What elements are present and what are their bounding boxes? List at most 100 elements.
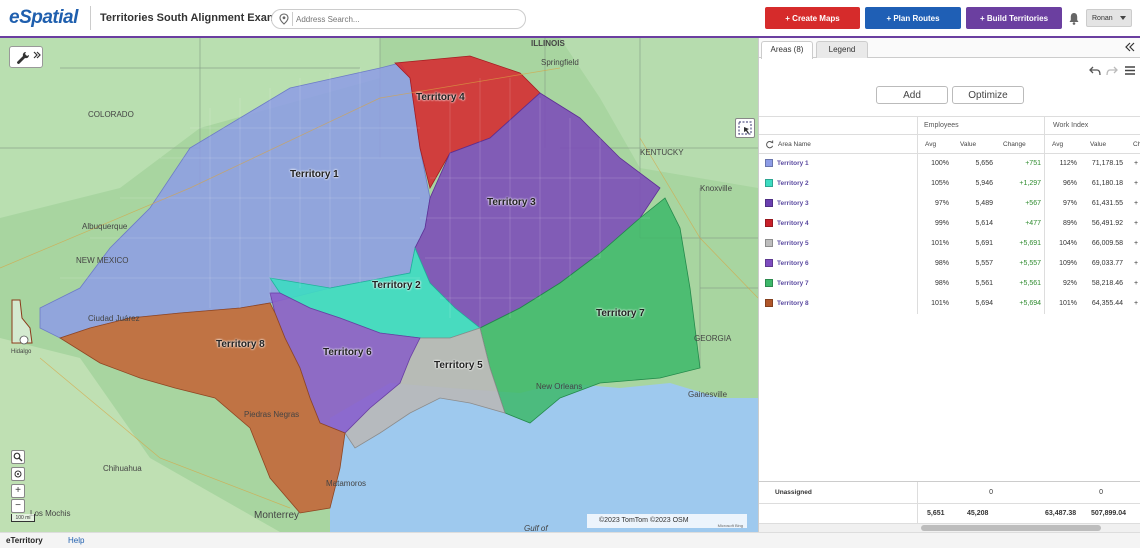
wi-avg: 101% bbox=[1059, 300, 1077, 307]
unassigned-row[interactable]: Unassigned 0 0 bbox=[759, 481, 1140, 524]
row-more: + bbox=[1134, 300, 1139, 307]
row-more: + bbox=[1134, 240, 1139, 247]
area-name[interactable]: Territory 5 bbox=[777, 240, 809, 247]
add-button[interactable]: Add bbox=[876, 86, 948, 104]
area-name[interactable]: Territory 3 bbox=[777, 200, 809, 207]
crosshair-icon bbox=[14, 470, 22, 478]
map-label-new-mexico: NEW MEXICO bbox=[76, 256, 129, 265]
bell-icon[interactable] bbox=[1068, 12, 1080, 25]
table-row[interactable]: Territory 2 105% 5,946 +1,297 96% 61,180.18 + bbox=[759, 174, 1140, 194]
territory-7-label[interactable]: Territory 7 bbox=[596, 308, 645, 319]
territory-4-label[interactable]: Territory 4 bbox=[416, 92, 465, 103]
territory-color-swatch[interactable] bbox=[765, 219, 773, 227]
refresh-icon[interactable] bbox=[765, 140, 774, 149]
emp-value: 5,691 bbox=[975, 240, 993, 247]
area-name[interactable]: Territory 6 bbox=[777, 260, 809, 267]
territory-6-label[interactable]: Territory 6 bbox=[323, 347, 372, 358]
address-search-input[interactable] bbox=[296, 11, 521, 27]
territory-8-label[interactable]: Territory 8 bbox=[216, 339, 265, 350]
user-menu-button[interactable]: Ronan bbox=[1086, 9, 1132, 27]
territory-color-swatch[interactable] bbox=[765, 299, 773, 307]
plan-routes-button[interactable]: + Plan Routes bbox=[865, 7, 961, 29]
map-search-button[interactable] bbox=[11, 450, 25, 464]
col-area-name[interactable]: Area Name bbox=[778, 141, 811, 148]
map-label-chihuahua: Chihuahua bbox=[103, 464, 142, 473]
map-attribution: ©2023 TomTom ©2023 OSM Microsoft Bing bbox=[587, 514, 747, 528]
area-name[interactable]: Territory 1 bbox=[777, 160, 809, 167]
col-emp-avg[interactable]: Avg bbox=[925, 141, 936, 148]
location-pin-icon[interactable] bbox=[278, 13, 290, 25]
table-row[interactable]: Territory 8 101% 5,694 +5,694 101% 64,355.44 + bbox=[759, 294, 1140, 314]
espatial-logo[interactable]: eSpatial bbox=[9, 7, 78, 29]
territory-3-label[interactable]: Territory 3 bbox=[487, 197, 536, 208]
area-name[interactable]: Territory 8 bbox=[777, 300, 809, 307]
tab-legend[interactable]: Legend bbox=[816, 41, 868, 58]
wi-avg: 109% bbox=[1059, 260, 1077, 267]
row-more: + bbox=[1134, 260, 1139, 267]
row-more: + bbox=[1134, 200, 1139, 207]
create-maps-button[interactable]: + Create Maps bbox=[765, 7, 860, 29]
zoom-out-button[interactable]: − bbox=[11, 499, 25, 513]
collapse-panel-icon[interactable] bbox=[1125, 42, 1135, 52]
tab-areas[interactable]: Areas (8) bbox=[761, 41, 813, 59]
zoom-in-button[interactable]: + bbox=[11, 484, 25, 498]
area-name[interactable]: Territory 2 bbox=[777, 180, 809, 187]
undo-icon[interactable] bbox=[1089, 66, 1101, 76]
area-name[interactable]: Territory 4 bbox=[777, 220, 809, 227]
total-wi-value: 507,899.04 bbox=[1091, 510, 1127, 517]
map-canvas[interactable]: ILLINOIS Springfield COLORADO KENTUCKY K… bbox=[0, 38, 758, 532]
help-link[interactable]: Help bbox=[68, 536, 84, 545]
emp-value: 5,694 bbox=[975, 300, 993, 307]
lasso-select-button[interactable] bbox=[735, 118, 755, 138]
build-territories-button[interactable]: + Build Territories bbox=[966, 7, 1062, 29]
territory-1-label[interactable]: Territory 1 bbox=[290, 169, 339, 180]
col-wi-value[interactable]: Value bbox=[1090, 141, 1106, 148]
wi-value: 64,355.44 bbox=[1091, 300, 1123, 307]
row-more: + bbox=[1134, 180, 1139, 187]
table-row[interactable]: Territory 6 98% 5,557 +5,557 109% 69,033.77 + bbox=[759, 254, 1140, 274]
col-wi-avg[interactable]: Avg bbox=[1052, 141, 1063, 148]
emp-value: 5,561 bbox=[975, 280, 993, 287]
map-tools-button[interactable] bbox=[9, 46, 43, 68]
territory-color-swatch[interactable] bbox=[765, 259, 773, 267]
header-separator bbox=[90, 6, 91, 30]
row-more: + bbox=[1134, 220, 1139, 227]
col-emp-change[interactable]: Change bbox=[1003, 141, 1026, 148]
emp-avg: 100% bbox=[931, 160, 949, 167]
address-search-box[interactable] bbox=[271, 9, 526, 29]
territory-color-swatch[interactable] bbox=[765, 159, 773, 167]
wi-value: 56,491.92 bbox=[1091, 220, 1123, 227]
optimize-button[interactable]: Optimize bbox=[952, 86, 1024, 104]
table-group-header: Employees Work Index bbox=[759, 116, 1140, 135]
unassigned-label: Unassigned bbox=[775, 489, 812, 496]
panel-tabs: Areas (8) Legend bbox=[759, 38, 1140, 59]
locate-button[interactable] bbox=[11, 467, 25, 481]
col-emp-value[interactable]: Value bbox=[960, 141, 976, 148]
hamburger-menu-icon[interactable] bbox=[1124, 65, 1136, 76]
emp-avg: 101% bbox=[931, 300, 949, 307]
unassigned-value: 0 bbox=[989, 489, 993, 496]
double-chevron-icon bbox=[33, 51, 41, 59]
territory-color-swatch[interactable] bbox=[765, 239, 773, 247]
scrollbar-thumb[interactable] bbox=[921, 525, 1101, 531]
territory-2-label[interactable]: Territory 2 bbox=[372, 280, 421, 291]
map-label-colorado: COLORADO bbox=[88, 110, 134, 119]
table-row[interactable]: Territory 4 99% 5,614 +477 89% 56,491.92 + bbox=[759, 214, 1140, 234]
territory-color-swatch[interactable] bbox=[765, 199, 773, 207]
territory-5-label[interactable]: Territory 5 bbox=[434, 360, 483, 371]
territory-color-swatch[interactable] bbox=[765, 279, 773, 287]
wi-value: 61,431.55 bbox=[1091, 200, 1123, 207]
table-row[interactable]: Territory 1 100% 5,656 +751 112% 71,178.15 + bbox=[759, 154, 1140, 174]
emp-avg: 98% bbox=[934, 260, 949, 267]
redo-icon[interactable] bbox=[1106, 66, 1118, 76]
area-name[interactable]: Territory 7 bbox=[777, 280, 809, 287]
table-horizontal-scrollbar[interactable] bbox=[759, 523, 1140, 532]
emp-change: +5,691 bbox=[1019, 240, 1041, 247]
table-row[interactable]: Territory 7 98% 5,561 +5,561 92% 58,218.46 + bbox=[759, 274, 1140, 294]
table-row[interactable]: Territory 5 101% 5,691 +5,691 104% 66,009.58 + bbox=[759, 234, 1140, 254]
wi-value: 71,178.15 bbox=[1091, 160, 1123, 167]
table-row[interactable]: Territory 3 97% 5,489 +567 97% 61,431.55 + bbox=[759, 194, 1140, 214]
territory-color-swatch[interactable] bbox=[765, 179, 773, 187]
col-wi-more[interactable]: Ch bbox=[1133, 141, 1140, 148]
user-name: Ronan bbox=[1092, 14, 1113, 22]
